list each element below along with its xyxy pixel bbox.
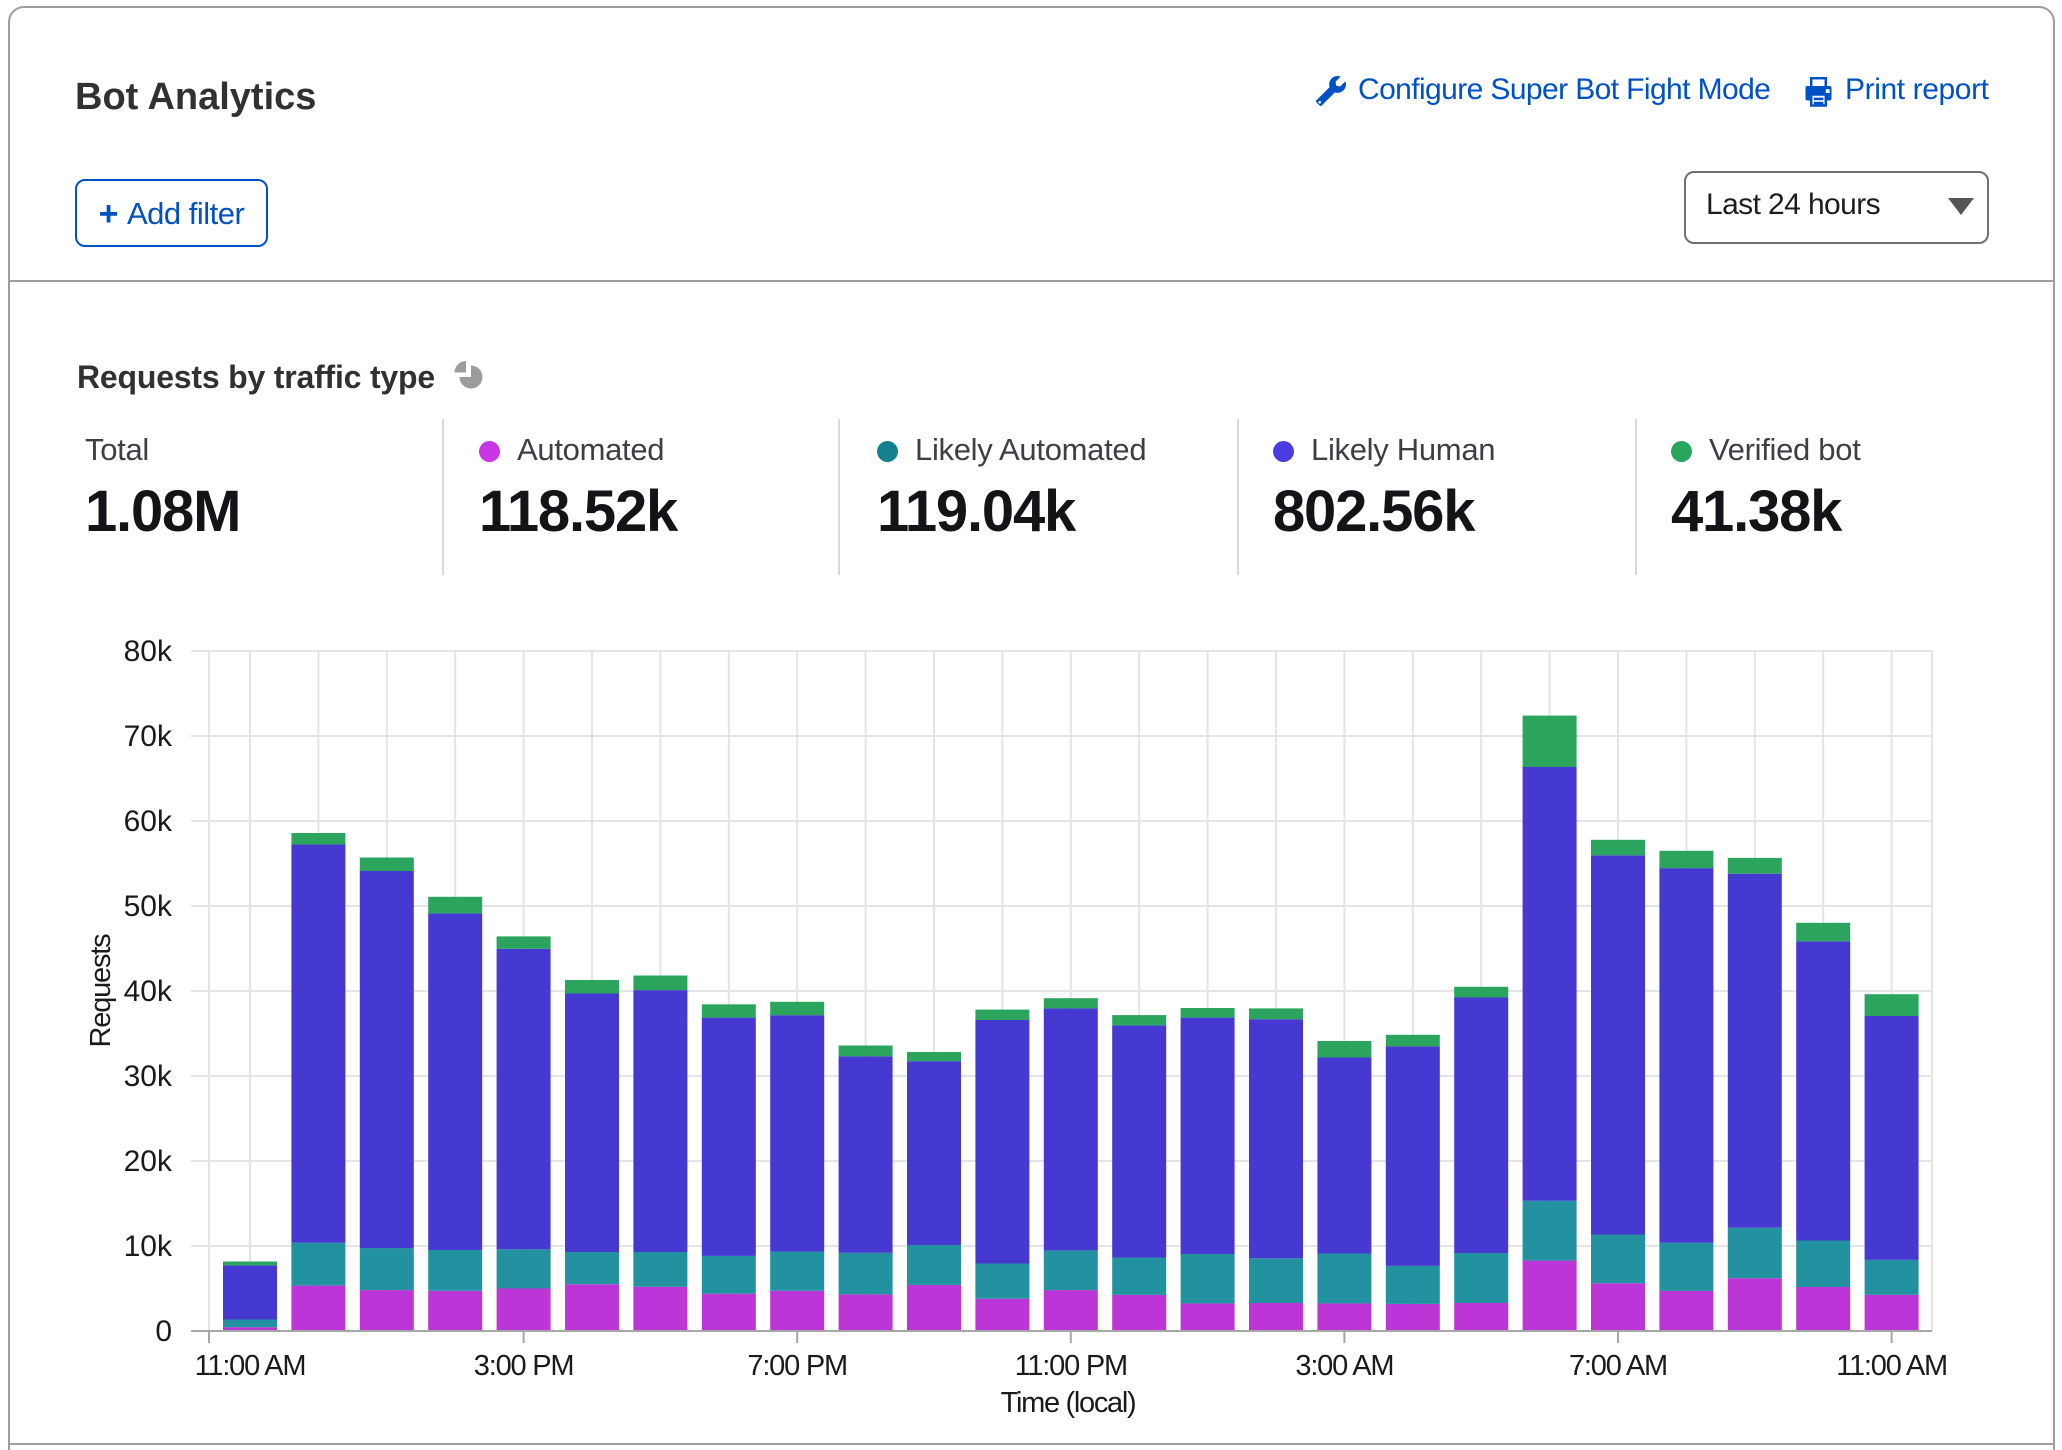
svg-text:60k: 60k	[124, 805, 173, 838]
svg-text:Requests: Requests	[85, 934, 117, 1048]
svg-text:50k: 50k	[124, 890, 173, 923]
svg-text:3:00 AM: 3:00 AM	[1295, 1350, 1393, 1382]
svg-text:20k: 20k	[124, 1145, 173, 1178]
svg-text:0: 0	[155, 1315, 172, 1348]
svg-text:7:00 PM: 7:00 PM	[747, 1350, 847, 1382]
svg-text:7:00 AM: 7:00 AM	[1569, 1350, 1667, 1382]
svg-text:11:00 PM: 11:00 PM	[1015, 1350, 1127, 1382]
svg-text:11:00 AM: 11:00 AM	[1836, 1350, 1947, 1382]
svg-text:3:00 PM: 3:00 PM	[474, 1350, 574, 1382]
svg-text:Time (local): Time (local)	[1001, 1387, 1136, 1419]
svg-text:40k: 40k	[124, 975, 173, 1008]
svg-text:11:00 AM: 11:00 AM	[195, 1350, 306, 1382]
svg-text:80k: 80k	[124, 635, 173, 668]
svg-text:30k: 30k	[124, 1060, 173, 1093]
svg-text:10k: 10k	[124, 1230, 173, 1263]
svg-text:70k: 70k	[124, 720, 173, 753]
